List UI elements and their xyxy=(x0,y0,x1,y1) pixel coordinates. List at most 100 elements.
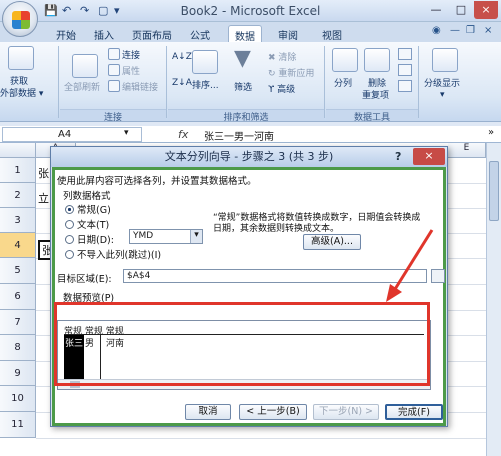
reapply-label: 重新应用 xyxy=(278,69,315,79)
help-icon[interactable]: ◉ xyxy=(432,25,441,36)
sort-filter-group-label: 排序和筛选 xyxy=(168,109,324,123)
tab-data[interactable]: 数据 xyxy=(228,25,262,43)
edit-links-button[interactable]: 编辑链接 xyxy=(108,80,158,93)
tab-home[interactable]: 开始 xyxy=(50,25,82,42)
radio-date[interactable]: 日期(D): xyxy=(65,232,114,246)
minimize-button[interactable]: — xyxy=(424,1,448,19)
row-header-3[interactable]: 3 xyxy=(0,208,36,233)
clear-button[interactable]: ✖ 清除 xyxy=(268,50,296,63)
radio-skip-indicator xyxy=(65,250,74,259)
column-header-e[interactable]: E xyxy=(448,143,486,158)
get-external-data-icon[interactable] xyxy=(8,46,34,70)
name-box[interactable]: A4 xyxy=(2,127,142,142)
filter-button[interactable]: 筛选 xyxy=(234,80,252,93)
expand-formula-bar-icon[interactable]: » xyxy=(488,127,494,138)
refresh-all-button[interactable]: 全部刷新 xyxy=(64,80,100,93)
radio-text-label: 文本(T) xyxy=(77,220,110,231)
office-logo-icon xyxy=(12,11,30,29)
radio-general-indicator xyxy=(65,205,74,214)
radio-skip-column[interactable]: 不导入此列(跳过)(I) xyxy=(65,247,161,261)
select-all-corner[interactable] xyxy=(0,143,36,158)
what-if-icon[interactable] xyxy=(398,80,412,92)
connections-icon xyxy=(108,48,120,60)
close-button[interactable]: × xyxy=(474,1,498,19)
advanced-filter-button[interactable]: ϒ 高级 xyxy=(268,82,295,95)
tab-insert[interactable]: 插入 xyxy=(88,25,120,42)
name-box-dropdown-icon[interactable]: ▾ xyxy=(124,128,129,138)
column-format-group-label: 列数据格式 xyxy=(63,191,111,202)
title-bar: 💾 ↶ ↷ ▢ ▾ Book2 - Microsoft Excel — □ × xyxy=(0,0,501,22)
data-tools-group-label: 数据工具 xyxy=(326,109,418,123)
consolidate-icon[interactable] xyxy=(398,64,412,76)
reapply-icon: ↻ xyxy=(268,69,279,79)
row-header-1[interactable]: 1 xyxy=(0,158,36,183)
row-header-7[interactable]: 7 xyxy=(0,310,36,335)
connections-group-label: 连接 xyxy=(60,109,166,123)
outline-button[interactable]: 分级显示 xyxy=(424,76,460,89)
sort-button[interactable]: 排序... xyxy=(192,78,219,91)
advanced-button[interactable]: 高级(A)... xyxy=(303,234,361,250)
row-header-10[interactable]: 10 xyxy=(0,386,36,412)
tab-formulas[interactable]: 公式 xyxy=(184,25,216,42)
row-header-9[interactable]: 9 xyxy=(0,361,36,386)
ribbon: 获取 外部数据 ▾ 全部刷新 连接 属性 编辑链接 连接 A↓Z Z↓A 排序.… xyxy=(0,42,501,123)
row-header-8[interactable]: 8 xyxy=(0,335,36,361)
tab-page-layout[interactable]: 页面布局 xyxy=(126,25,178,42)
radio-text[interactable]: 文本(T) xyxy=(65,217,109,231)
radio-general[interactable]: 常规(G) xyxy=(65,202,111,216)
text-to-columns-button[interactable]: 分列 xyxy=(334,76,352,89)
next-button: 下一步(N) > xyxy=(313,404,379,420)
dialog-help-icon[interactable]: ? xyxy=(395,150,401,163)
remove-duplicates-label-2[interactable]: 重复项 xyxy=(362,88,389,101)
date-format-dropdown-icon[interactable]: ▾ xyxy=(190,230,202,243)
dialog-intro-text: 使用此屏内容可选择各列，并设置其数据格式。 xyxy=(57,176,257,187)
row-header-5[interactable]: 5 xyxy=(0,258,36,284)
sort-icon xyxy=(192,50,218,74)
data-validation-icon[interactable] xyxy=(398,48,412,60)
date-format-select[interactable]: YMD ▾ xyxy=(129,229,203,244)
target-label: 目标区域(E): xyxy=(57,274,112,285)
outline-dropdown-icon[interactable]: ▾ xyxy=(440,90,445,100)
sort-za-icon[interactable]: Z↓A xyxy=(172,78,192,88)
tab-view[interactable]: 视图 xyxy=(316,25,348,42)
back-button[interactable]: < 上一步(B) xyxy=(239,404,307,420)
annotation-highlight-box xyxy=(54,302,430,386)
office-button[interactable] xyxy=(2,1,38,37)
ribbon-minimize-icon[interactable]: — xyxy=(450,25,460,36)
dialog-close-button[interactable]: × xyxy=(413,148,445,165)
scrollbar-thumb[interactable] xyxy=(489,161,499,221)
insert-function-icon[interactable]: fx xyxy=(178,128,188,141)
group-separator xyxy=(166,46,167,118)
radio-date-indicator xyxy=(65,235,74,244)
gridline xyxy=(36,438,486,439)
maximize-button[interactable]: □ xyxy=(449,1,473,19)
date-format-value: YMD xyxy=(133,231,154,241)
format-description-line-2: 日期，其余数据则转换成文本。 xyxy=(213,224,340,234)
connections-button[interactable]: 连接 xyxy=(108,48,140,61)
outline-icon xyxy=(432,48,458,72)
radio-general-label: 常规(G) xyxy=(77,205,111,216)
tab-review[interactable]: 审阅 xyxy=(272,25,304,42)
row-header-11[interactable]: 11 xyxy=(0,412,36,438)
group-separator xyxy=(58,46,59,118)
properties-button[interactable]: 属性 xyxy=(108,64,140,77)
cell-a2[interactable]: 立 xyxy=(38,190,49,206)
formula-input[interactable]: 张三一男一河南 xyxy=(204,128,274,143)
group-separator xyxy=(324,46,325,118)
sort-az-icon[interactable]: A↓Z xyxy=(172,52,192,62)
ribbon-restore-icon[interactable]: ❐ xyxy=(466,25,475,36)
get-external-data-label-2[interactable]: 外部数据 ▾ xyxy=(0,86,43,99)
row-header-4[interactable]: 4 xyxy=(0,233,36,258)
reapply-button[interactable]: ↻ 重新应用 xyxy=(268,66,314,79)
vertical-scrollbar[interactable] xyxy=(486,143,501,456)
advanced-filter-label: 高级 xyxy=(277,85,296,95)
finish-button[interactable]: 完成(F) xyxy=(385,404,443,420)
cell-a1[interactable]: 张 xyxy=(38,165,49,181)
connections-label: 连接 xyxy=(122,51,141,61)
cancel-button[interactable]: 取消 xyxy=(185,404,231,420)
ribbon-close-icon[interactable]: × xyxy=(484,25,492,36)
row-header-6[interactable]: 6 xyxy=(0,284,36,310)
group-separator xyxy=(418,46,419,118)
text-to-columns-icon xyxy=(332,48,358,72)
row-header-2[interactable]: 2 xyxy=(0,183,36,208)
